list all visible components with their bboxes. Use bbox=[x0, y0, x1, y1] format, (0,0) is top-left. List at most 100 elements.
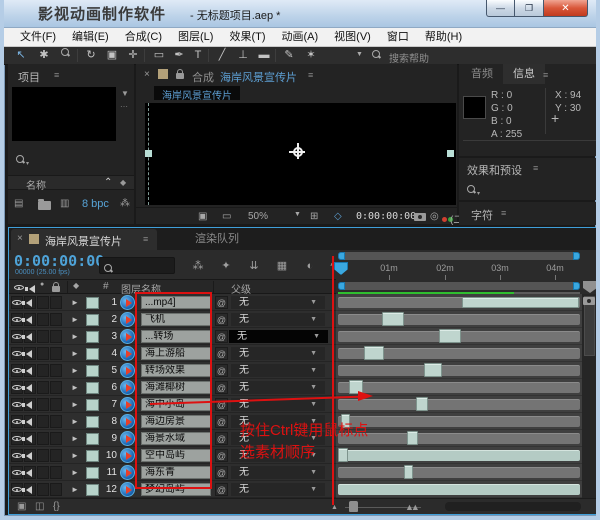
timeline-zoom-handle[interactable] bbox=[349, 501, 358, 512]
scrollbar-thumb[interactable] bbox=[584, 296, 595, 356]
layer-solo-toggle[interactable] bbox=[37, 466, 49, 479]
layer-solo-toggle[interactable] bbox=[37, 415, 49, 428]
menu-item[interactable]: 文件(F) bbox=[12, 28, 64, 47]
name-column-header[interactable]: 名称 bbox=[26, 177, 46, 192]
parent-pickwhip-icon[interactable]: @ bbox=[215, 483, 228, 496]
layer-expand-arrow[interactable]: ► bbox=[71, 332, 79, 341]
work-area-start-handle[interactable] bbox=[338, 282, 345, 290]
brush-tool-icon[interactable]: ╱ bbox=[213, 48, 231, 63]
lock-icon[interactable] bbox=[176, 73, 184, 79]
parent-dropdown[interactable]: 无 ▼ bbox=[231, 466, 325, 479]
layer-label-swatch[interactable] bbox=[86, 297, 99, 309]
layer-lock-toggle[interactable] bbox=[50, 381, 62, 394]
audio-column-icon[interactable] bbox=[29, 285, 35, 293]
expand-layers-icon[interactable]: ▣ bbox=[17, 501, 26, 512]
transparency-grid-icon[interactable]: ◇ bbox=[334, 211, 342, 222]
layer-expand-arrow[interactable]: ► bbox=[71, 383, 79, 392]
layer-audio-toggle[interactable] bbox=[24, 313, 36, 326]
layer-lock-toggle[interactable] bbox=[50, 330, 62, 343]
timeline-search-input[interactable] bbox=[99, 257, 175, 274]
parent-dropdown[interactable]: 无 ▼ bbox=[231, 449, 325, 462]
playhead[interactable] bbox=[334, 262, 348, 275]
tab-render-queue[interactable]: 渲染队列 bbox=[169, 229, 265, 250]
layer-duration-bar[interactable] bbox=[338, 484, 580, 495]
layer-clip-segment[interactable] bbox=[404, 465, 413, 479]
eraser-tool-icon[interactable]: ▬ bbox=[255, 48, 273, 63]
layer-expand-arrow[interactable]: ► bbox=[71, 485, 79, 494]
close-button[interactable]: ✕ bbox=[543, 0, 588, 17]
layer-expand-arrow[interactable]: ► bbox=[71, 298, 79, 307]
parent-pickwhip-icon[interactable]: @ bbox=[215, 347, 228, 360]
parent-pickwhip-icon[interactable]: @ bbox=[215, 432, 228, 445]
layer-audio-toggle[interactable] bbox=[24, 466, 36, 479]
parent-dropdown[interactable]: 无 ▼ bbox=[231, 347, 325, 360]
layer-clip-segment[interactable] bbox=[462, 297, 579, 308]
layer-duration-bar[interactable] bbox=[338, 467, 580, 478]
clone-stamp-tool-icon[interactable]: ⊥ bbox=[234, 48, 252, 63]
layer-lock-toggle[interactable] bbox=[50, 415, 62, 428]
eye-column-icon[interactable] bbox=[14, 285, 24, 290]
menu-item[interactable]: 效果(T) bbox=[221, 28, 273, 47]
layer-label-swatch[interactable] bbox=[86, 399, 99, 411]
layer-name[interactable]: 海景水域 bbox=[141, 432, 211, 445]
layer-expand-arrow[interactable]: ► bbox=[71, 366, 79, 375]
lock-column-icon[interactable] bbox=[52, 286, 60, 292]
solo-column-icon[interactable]: ● bbox=[40, 281, 44, 288]
zoom-dropdown-icon[interactable]: ▼ bbox=[294, 211, 301, 218]
character-title[interactable]: 字符 bbox=[471, 207, 493, 223]
layer-lock-toggle[interactable] bbox=[50, 483, 62, 496]
layer-label-swatch[interactable] bbox=[86, 416, 99, 428]
in-out-columns-icon[interactable]: {} bbox=[53, 501, 60, 512]
info-panel-menu-icon[interactable]: ≡ bbox=[543, 70, 548, 80]
hand-tool-icon[interactable]: ✱ bbox=[35, 48, 53, 63]
layer-solo-toggle[interactable] bbox=[37, 398, 49, 411]
character-panel-menu-icon[interactable]: ≡ bbox=[501, 208, 506, 218]
layer-duration-bar[interactable] bbox=[338, 382, 580, 393]
layer-name[interactable]: 梦幻岛屿 bbox=[141, 483, 211, 496]
layer-clip-segment[interactable] bbox=[382, 312, 404, 326]
layer-lock-toggle[interactable] bbox=[50, 432, 62, 445]
layer-name[interactable]: 海中小岛 bbox=[141, 398, 211, 411]
layer-clip-segment[interactable] bbox=[349, 380, 363, 394]
layer-audio-toggle[interactable] bbox=[24, 364, 36, 377]
number-column-header[interactable]: # bbox=[103, 281, 109, 292]
menu-item[interactable]: 动画(A) bbox=[274, 28, 327, 47]
label-column-icon[interactable]: ◆ bbox=[73, 281, 79, 290]
rect-tool-icon[interactable]: ▭ bbox=[150, 48, 168, 63]
layer-lock-toggle[interactable] bbox=[50, 449, 62, 462]
layer-lock-toggle[interactable] bbox=[50, 313, 62, 326]
new-composition-icon[interactable]: ▥ bbox=[60, 198, 69, 209]
layer-solo-toggle[interactable] bbox=[37, 347, 49, 360]
parent-pickwhip-icon[interactable]: @ bbox=[215, 330, 228, 343]
zoom-in-mountains-icon[interactable]: ▲▲ bbox=[405, 502, 417, 512]
region-of-interest-icon[interactable]: ⊞ bbox=[310, 211, 318, 222]
layer-expand-arrow[interactable]: ► bbox=[71, 349, 79, 358]
parent-dropdown[interactable]: 无 ▼ bbox=[231, 483, 325, 496]
comp-tab-name[interactable]: 海岸风景宣传片 bbox=[220, 69, 297, 85]
menu-item[interactable]: 编辑(E) bbox=[64, 28, 117, 47]
interpret-footage-icon[interactable]: ▤ bbox=[14, 198, 23, 209]
layer-duration-bar[interactable] bbox=[338, 399, 580, 410]
parent-dropdown[interactable]: 无 ▼ bbox=[231, 415, 325, 428]
layer-expand-arrow[interactable]: ► bbox=[71, 468, 79, 477]
navigator-start-handle[interactable] bbox=[338, 252, 345, 260]
layer-expand-arrow[interactable]: ► bbox=[71, 400, 79, 409]
pen-tool-icon[interactable]: ✒ bbox=[170, 48, 188, 63]
layer-solo-toggle[interactable] bbox=[37, 432, 49, 445]
layer-name[interactable]: ...转场 bbox=[141, 330, 211, 343]
parent-dropdown[interactable]: 无 ▼ bbox=[231, 381, 325, 394]
zoom-out-mountain-icon[interactable]: ▲ bbox=[331, 504, 338, 511]
menu-item[interactable]: 视图(V) bbox=[326, 28, 379, 47]
layer-audio-toggle[interactable] bbox=[24, 483, 36, 496]
project-preview-dropdown[interactable]: ▼ bbox=[121, 89, 129, 98]
layer-lock-toggle[interactable] bbox=[50, 347, 62, 360]
layer-clip-segment[interactable] bbox=[424, 363, 442, 377]
project-flowchart-icon[interactable]: ⁂ bbox=[120, 198, 130, 209]
work-area-end-handle[interactable] bbox=[573, 282, 580, 290]
minimize-button[interactable]: — bbox=[486, 0, 515, 17]
effects-presets-title[interactable]: 效果和预设 bbox=[467, 162, 522, 178]
layer-solo-toggle[interactable] bbox=[37, 381, 49, 394]
layer-lock-toggle[interactable] bbox=[50, 398, 62, 411]
snapshot-camera-icon[interactable] bbox=[414, 213, 426, 221]
parent-dropdown[interactable]: 无 ▼ bbox=[231, 432, 325, 445]
